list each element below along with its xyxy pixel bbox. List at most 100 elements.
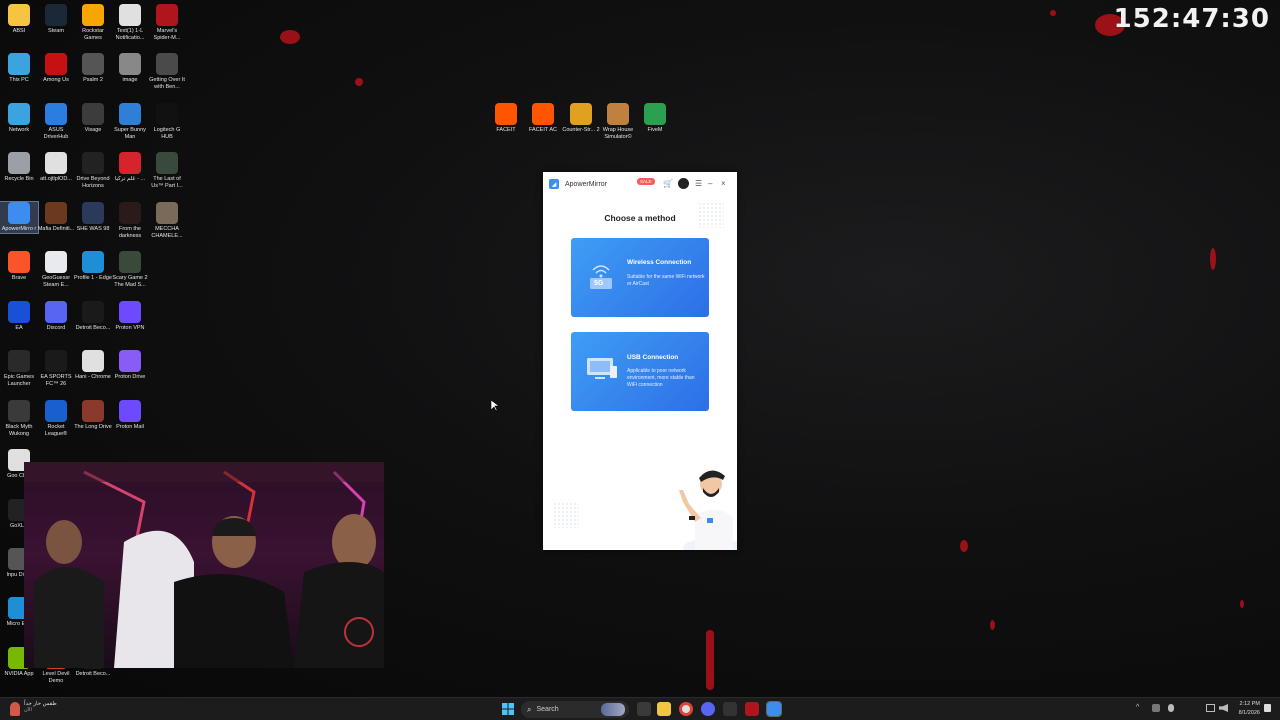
desktop-icon[interactable]: FACEIT	[487, 103, 525, 134]
tray-chevron-icon[interactable]: ^	[1136, 704, 1139, 711]
game-taskbar-icon[interactable]	[745, 702, 759, 716]
apowermirror-logo-icon: ◢	[549, 179, 559, 189]
menu-icon[interactable]: ☰	[695, 179, 702, 189]
desktop-icon[interactable]: Mafia Definiti...	[37, 202, 75, 233]
fivem-icon	[644, 103, 666, 125]
tray-app-icon[interactable]	[1152, 704, 1160, 712]
close-button[interactable]: ×	[721, 179, 726, 189]
desktop-icon[interactable]: Detroit Beco...	[74, 301, 112, 332]
desktop-icon[interactable]: Getting Over It with Ben...	[148, 53, 186, 91]
desktop-icon-label: From the darkness	[118, 226, 142, 239]
desktop-icon[interactable]: Network	[0, 103, 38, 134]
desktop-icon[interactable]: Super Bunny Man	[111, 103, 149, 141]
desktop-icon[interactable]: MECCHA CHAMELE...	[148, 202, 186, 240]
desktop-icon[interactable]: Hani - Chrome	[74, 350, 112, 381]
usb-title: USB Connection	[627, 354, 679, 361]
desktop-icon[interactable]: From the darkness	[111, 202, 149, 240]
desktop-icon-label: Scary Game 2 The Mad S...	[112, 275, 148, 288]
clock-time[interactable]: 2:12 PM	[1226, 701, 1260, 707]
desktop-icon[interactable]: Proton VPN	[111, 301, 149, 332]
desktop-icon[interactable]: ApowerMirro r	[0, 201, 39, 234]
file-explorer-icon[interactable]	[657, 702, 671, 716]
desktop-icon[interactable]: The Last of Us™ Part I...	[148, 152, 186, 190]
desktop-icon[interactable]: Discord	[37, 301, 75, 332]
proton-vpn-icon	[119, 301, 141, 323]
windows-logo-icon	[502, 703, 514, 715]
notification-icon[interactable]	[1264, 704, 1271, 712]
desktop-icon[interactable]: ABSI	[0, 4, 38, 35]
desktop-icon[interactable]: att.ojtlplOD...	[37, 152, 75, 183]
microphone-icon[interactable]	[1168, 704, 1174, 712]
chrome-taskbar-icon[interactable]	[679, 702, 693, 716]
desktop-icon[interactable]: Logitech G HUB	[148, 103, 186, 141]
webcam-overlay	[24, 462, 384, 668]
desktop-icon[interactable]: Profile 1 - Edge	[74, 251, 112, 282]
chrome-icon	[45, 152, 67, 174]
apowermirror-icon	[8, 202, 30, 224]
desktop-icon[interactable]: Marvel's Spider-M...	[148, 4, 186, 42]
weather-icon[interactable]	[10, 702, 20, 716]
desktop-icon[interactable]: Psalm 2	[74, 53, 112, 84]
desktop-icon[interactable]: Text(1) 1-L Notificatio...	[111, 4, 149, 42]
apowermirror-taskbar-icon[interactable]	[766, 701, 782, 717]
desktop-icon[interactable]: EA SPORTS FC™ 26	[37, 350, 75, 388]
app-taskbar-icon[interactable]	[723, 702, 737, 716]
desktop-icon[interactable]: Rockstar Games	[74, 4, 112, 42]
desktop-icon[interactable]: EA	[0, 301, 38, 332]
desktop-icon[interactable]: Visage	[74, 103, 112, 134]
drive-beyond-icon	[82, 152, 104, 174]
desktop-icon[interactable]: Black Myth Wukong	[0, 400, 38, 438]
sale-badge[interactable]: SALE	[637, 178, 655, 185]
chameleon-icon	[156, 202, 178, 224]
taskbar-search[interactable]: ⌕ Search	[521, 701, 629, 718]
fc26-icon	[45, 350, 67, 372]
desktop-icon[interactable]: image	[111, 53, 149, 84]
usb-connection-button[interactable]: USB Connection Applicable to poor networ…	[571, 332, 709, 411]
desktop-icon[interactable]: Among Us	[37, 53, 75, 84]
desktop-icon[interactable]: Drive Beyond Horizons	[74, 152, 112, 190]
decor-dots	[553, 502, 579, 528]
weather-widget[interactable]: طقس حار جداً الآن	[24, 701, 57, 713]
minimize-button[interactable]: –	[708, 179, 712, 189]
recycle-bin-icon	[8, 152, 30, 174]
apowermirror-window[interactable]: ◢ ApowerMirror SALE 🛒 ☰ – × Choose a met…	[543, 172, 737, 550]
clock-date[interactable]: 8/1/2026	[1226, 710, 1260, 716]
desktop-icon-label: Text(1) 1-L Notificatio...	[115, 28, 145, 41]
desktop-icon-label: This PC	[9, 77, 29, 83]
desktop-icon[interactable]: Scary Game 2 The Mad S...	[111, 251, 149, 289]
desktop-icon[interactable]: Wrap House Simulator©	[599, 103, 637, 141]
desktop-icon[interactable]: FiveM	[636, 103, 674, 134]
desktop-icon[interactable]: Counter-Str... 2	[562, 103, 600, 134]
start-button[interactable]	[501, 702, 515, 716]
desktop-icon[interactable]: GeoGuessr Steam E...	[37, 251, 75, 289]
desktop-icon[interactable]: Epic Games Launcher	[0, 350, 38, 388]
desktop-icon-label: FiveM	[647, 127, 663, 133]
wireless-connection-button[interactable]: 5G Wireless Connection Suitable for the …	[571, 238, 709, 317]
desktop-icon[interactable]: FACEIT AC	[524, 103, 562, 134]
desktop-icon[interactable]: Rocket League®	[37, 400, 75, 438]
avatar-icon[interactable]	[678, 178, 689, 189]
desktop-icon[interactable]: ASUS DriverHub	[37, 103, 75, 141]
she-was-98-icon	[82, 202, 104, 224]
desktop-icon[interactable]: Brave	[0, 251, 38, 282]
paint-splatter	[355, 78, 363, 86]
desktop-icon[interactable]: SHE WAS 98	[74, 202, 112, 233]
proton-mail-icon	[119, 400, 141, 422]
desktop-icon[interactable]: Recycle Bin	[0, 152, 38, 183]
desktop-icon-label: att.ojtlplOD...	[40, 176, 72, 182]
discord-taskbar-icon[interactable]	[701, 702, 715, 716]
spiderman-icon	[156, 4, 178, 26]
desktop-icon[interactable]: Proton Drive	[111, 350, 149, 381]
desktop-icon[interactable]: عَلَم تركيا - ...	[111, 152, 149, 183]
cart-icon[interactable]: 🛒	[663, 179, 673, 189]
cs2-icon	[570, 103, 592, 125]
network-tray-icon[interactable]	[1206, 704, 1215, 712]
desktop-icon-label: Rockstar Games	[82, 28, 104, 41]
desktop-icon[interactable]: Steam	[37, 4, 75, 35]
desktop-icon[interactable]: This PC	[0, 53, 38, 84]
desktop-icon-label: EA	[15, 325, 23, 331]
task-view-icon[interactable]	[637, 702, 651, 716]
desktop-icon[interactable]: The Long Drive	[74, 400, 112, 431]
desktop-icon[interactable]: Proton Mail	[111, 400, 149, 431]
desktop-icon-label: Epic Games Launcher	[4, 374, 34, 387]
